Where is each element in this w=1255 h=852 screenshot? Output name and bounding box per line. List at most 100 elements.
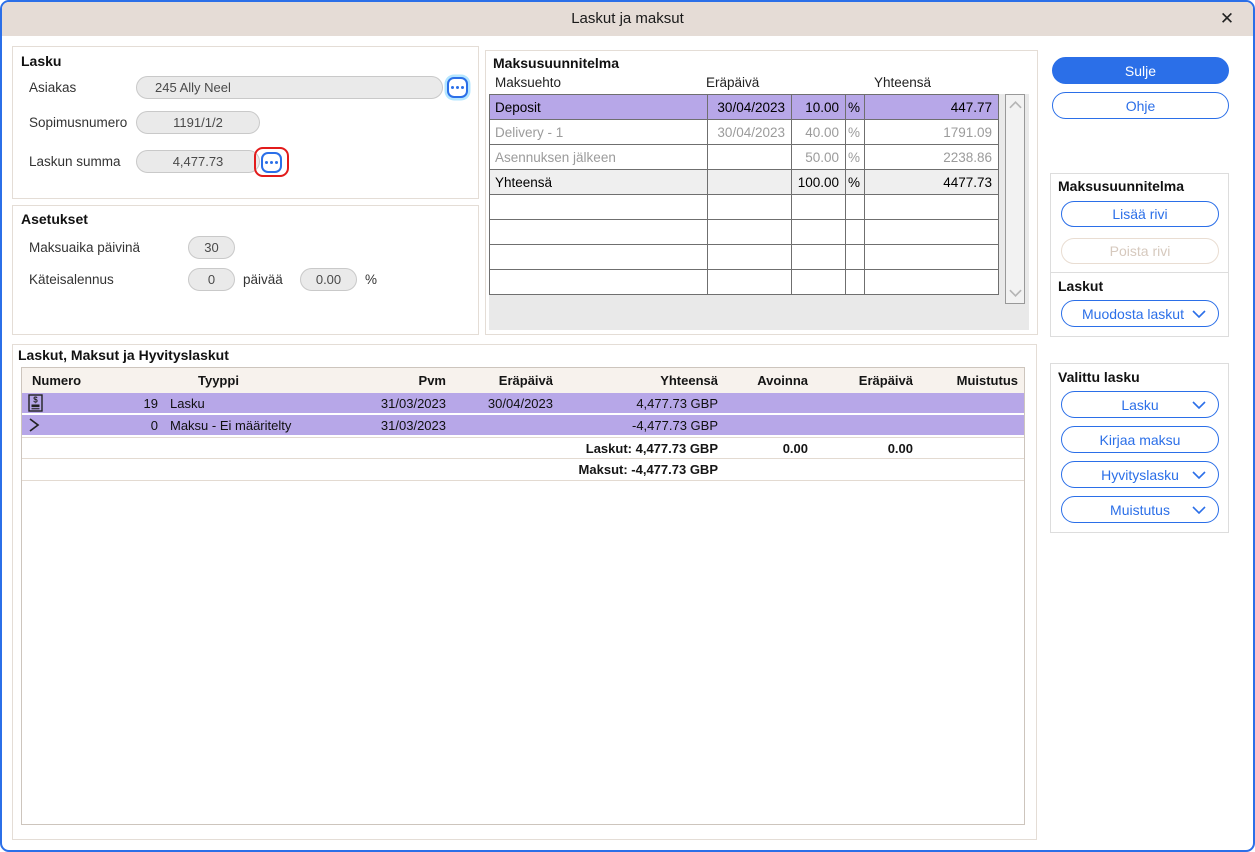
plan-row[interactable]: Delivery - 1 30/04/2023 40.00 % 1791.09 <box>490 120 999 145</box>
plan-cell-pct-unit: % <box>846 120 865 145</box>
asiakas-label: Asiakas <box>29 80 76 95</box>
summary-laskut-total: Laskut: 4,477.73 GBP <box>559 441 724 456</box>
laskun-summa-field[interactable]: 4,477.73 <box>136 150 260 173</box>
sopimusnumero-field[interactable]: 1191/1/2 <box>136 111 260 134</box>
plan-row-selected[interactable]: Deposit 30/04/2023 10.00 % 447.77 <box>490 95 999 120</box>
dot-icon <box>456 86 459 89</box>
invoice-row[interactable]: $ 19 Lasku 31/03/2023 30/04/2023 4,477.7… <box>22 393 1024 415</box>
payment-plan-table: Deposit 30/04/2023 10.00 % 447.77 Delive… <box>489 94 999 295</box>
dialog-title: Laskut ja maksut <box>2 2 1253 36</box>
percent-label: % <box>365 272 377 287</box>
maksusuunnitelma-panel-title: Maksusuunnitelma <box>493 55 619 71</box>
plan-cell-pct: 100.00 <box>792 170 846 195</box>
laskut-maksut-panel: Laskut, Maksut ja Hyvityslaskut Numero T… <box>12 344 1037 840</box>
dot-icon <box>270 161 273 164</box>
summary-row-laskut: Laskut: 4,477.73 GBP 0.00 0.00 <box>22 437 1024 459</box>
maksusuunnitelma-panel: Maksusuunnitelma Maksuehto Eräpäivä Yhte… <box>485 50 1038 335</box>
maksuaika-label: Maksuaika päivinä <box>29 240 140 255</box>
plan-cell-erapaiva <box>708 170 792 195</box>
plan-col-maksuehto: Maksuehto <box>495 75 561 90</box>
lasku-dropdown-label: Lasku <box>1121 397 1158 413</box>
scroll-up-icon[interactable] <box>1009 100 1022 110</box>
poista-rivi-button[interactable]: Poista rivi <box>1061 238 1219 264</box>
header-pvm: Pvm <box>362 373 452 388</box>
header-muistutus: Muistutus <box>919 373 1024 388</box>
laskut-maksut-title: Laskut, Maksut ja Hyvityslaskut <box>18 347 229 363</box>
dot-icon <box>265 161 268 164</box>
plan-cell-pct: 50.00 <box>792 145 846 170</box>
plan-cell-yhteensa: 447.77 <box>865 95 999 120</box>
header-tyyppi: Tyyppi <box>164 373 362 388</box>
asiakas-lookup-button[interactable] <box>447 77 468 98</box>
plan-cell-maksuehto: Asennuksen jälkeen <box>490 145 708 170</box>
lasku-panel-title: Lasku <box>21 53 61 69</box>
plan-cell-pct-unit: % <box>846 95 865 120</box>
plan-row-empty[interactable] <box>490 195 999 220</box>
chevron-down-icon <box>1192 471 1206 479</box>
laskun-summa-lookup-button[interactable] <box>261 152 282 173</box>
summary-laskut-erapaiva: 0.00 <box>814 441 919 456</box>
plan-cell-erapaiva: 30/04/2023 <box>708 120 792 145</box>
invoices-table-header: Numero Tyyppi Pvm Eräpäivä Yhteensä Avoi… <box>22 368 1024 393</box>
lisaa-rivi-button[interactable]: Lisää rivi <box>1061 201 1219 227</box>
expand-chevron-icon[interactable] <box>28 417 40 433</box>
dot-icon <box>275 161 278 164</box>
plan-cell-maksuehto: Yhteensä <box>490 170 708 195</box>
plan-cell-yhteensa: 1791.09 <box>865 120 999 145</box>
invoices-table: Numero Tyyppi Pvm Eräpäivä Yhteensä Avoi… <box>21 367 1025 825</box>
titlebar: Laskut ja maksut ✕ <box>2 2 1253 36</box>
plan-cell-pct-unit: % <box>846 170 865 195</box>
plan-row[interactable]: Asennuksen jälkeen 50.00 % 2238.86 <box>490 145 999 170</box>
payment-row[interactable]: 0 Maksu - Ei määritelty 31/03/2023 -4,47… <box>22 415 1024 437</box>
valittu-lasku-group-title: Valittu lasku <box>1058 369 1140 385</box>
sulje-button[interactable]: Sulje <box>1052 57 1229 84</box>
invoice-document-icon: $ <box>28 394 43 412</box>
kateisalennus-days-field[interactable]: 0 <box>188 268 235 291</box>
kateisalennus-label: Käteisalennus <box>29 272 114 287</box>
plan-scrollbar[interactable] <box>1005 94 1025 304</box>
plan-col-yhteensa: Yhteensä <box>874 75 931 90</box>
plan-row-empty[interactable] <box>490 220 999 245</box>
ohje-button[interactable]: Ohje <box>1052 92 1229 119</box>
chevron-down-icon <box>1192 506 1206 514</box>
valittu-lasku-group: Valittu lasku Lasku Kirjaa maksu Hyvitys… <box>1050 363 1229 533</box>
highlight-ring <box>254 147 289 177</box>
kirjaa-maksu-button[interactable]: Kirjaa maksu <box>1061 426 1219 453</box>
maksuaika-field[interactable]: 30 <box>188 236 235 259</box>
header-erapaiva-2: Eräpäivä <box>814 373 919 388</box>
close-icon[interactable]: ✕ <box>1216 8 1238 30</box>
payment-numero: 0 <box>151 418 158 433</box>
header-avoinna: Avoinna <box>724 373 814 388</box>
payment-yhteensa: -4,477.73 GBP <box>559 418 724 433</box>
plan-row-empty[interactable] <box>490 270 999 295</box>
laskun-summa-label: Laskun summa <box>29 154 121 169</box>
hyvityslasku-dropdown-button[interactable]: Hyvityslasku <box>1061 461 1219 488</box>
invoice-yhteensa: 4,477.73 GBP <box>559 396 724 411</box>
kateisalennus-pct-field[interactable]: 0.00 <box>300 268 357 291</box>
sopimusnumero-label: Sopimusnumero <box>29 115 127 130</box>
hyvityslasku-dropdown-label: Hyvityslasku <box>1101 467 1179 483</box>
invoice-tyyppi: Lasku <box>164 396 362 411</box>
dialog-laskut-ja-maksut: Laskut ja maksut ✕ Lasku Asiakas 245 All… <box>0 0 1255 852</box>
chevron-down-icon <box>1192 310 1206 318</box>
invoice-pvm: 31/03/2023 <box>362 396 452 411</box>
payment-pvm: 31/03/2023 <box>362 418 452 433</box>
plan-cell-pct: 10.00 <box>792 95 846 120</box>
summary-laskut-avoinna: 0.00 <box>724 441 814 456</box>
laskut-actions-group: Laskut Muodosta laskut <box>1050 272 1229 337</box>
lasku-dropdown-button[interactable]: Lasku <box>1061 391 1219 418</box>
header-yhteensa: Yhteensä <box>559 373 724 388</box>
dot-icon <box>461 86 464 89</box>
scroll-down-icon[interactable] <box>1009 288 1022 298</box>
lasku-panel: Lasku Asiakas 245 Ally Neel Sopimusnumer… <box>12 46 479 199</box>
muistutus-dropdown-button[interactable]: Muistutus <box>1061 496 1219 523</box>
plan-col-erapaiva: Eräpäivä <box>706 75 759 90</box>
asiakas-field[interactable]: 245 Ally Neel <box>136 76 443 99</box>
plan-row-total: Yhteensä 100.00 % 4477.73 <box>490 170 999 195</box>
header-erapaiva: Eräpäivä <box>452 373 559 388</box>
payment-plan-table-area: Deposit 30/04/2023 10.00 % 447.77 Delive… <box>489 94 1029 330</box>
plan-cell-yhteensa: 2238.86 <box>865 145 999 170</box>
plan-row-empty[interactable] <box>490 245 999 270</box>
muodosta-laskut-button[interactable]: Muodosta laskut <box>1061 300 1219 327</box>
plan-cell-erapaiva: 30/04/2023 <box>708 95 792 120</box>
